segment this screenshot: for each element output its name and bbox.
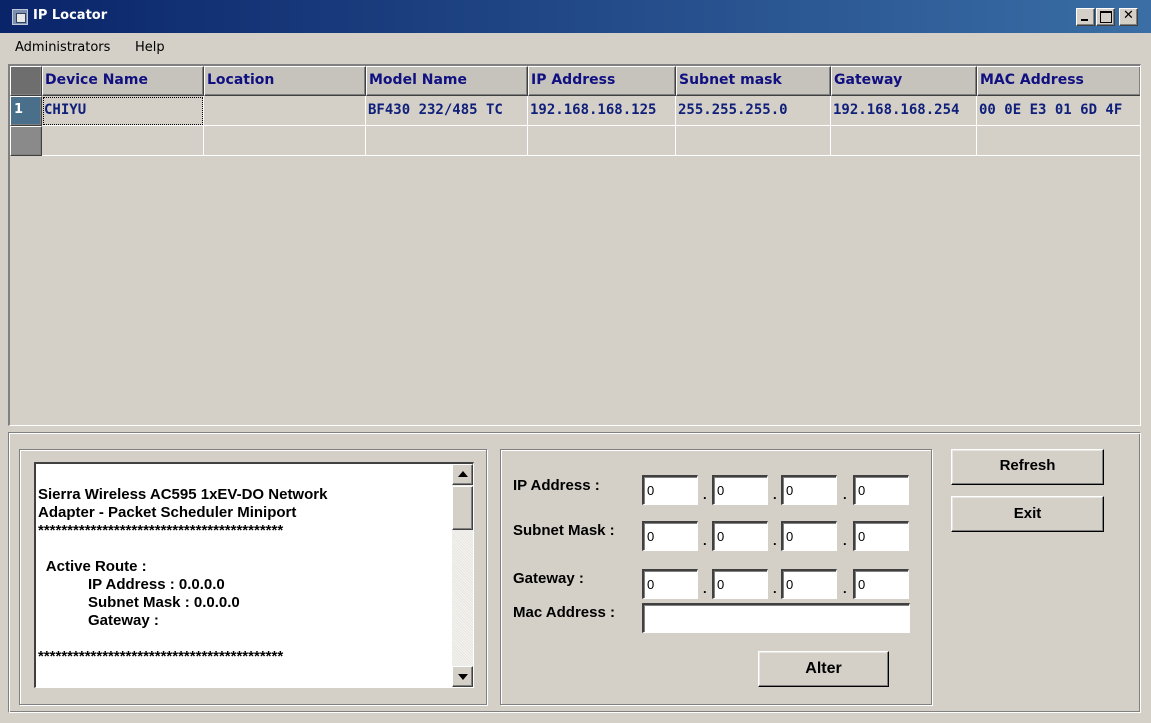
menu-help[interactable]: Help (135, 40, 165, 55)
app-icon (12, 9, 28, 25)
ip-address-label: IP Address : (513, 477, 600, 494)
row-header[interactable]: 1 (10, 96, 42, 126)
mac-address-input[interactable] (642, 603, 910, 633)
cell-gateway[interactable] (831, 126, 977, 156)
octet-separator: . (773, 533, 777, 548)
column-header-ip-address[interactable]: IP Address (528, 66, 676, 96)
column-header-model-name[interactable]: Model Name (366, 66, 528, 96)
close-button[interactable] (1119, 8, 1138, 26)
mask-octet-3-input[interactable]: 0 (781, 521, 837, 551)
adapter-info-text: Sierra Wireless AC595 1xEV-DO Network Ad… (38, 486, 328, 665)
scroll-thumb[interactable] (452, 486, 473, 530)
cell-model-name[interactable]: BF430 232/485 TC (366, 96, 528, 126)
cell-device-name[interactable]: CHIYU (42, 96, 204, 126)
mask-octet-1-input[interactable]: 0 (642, 521, 698, 551)
gateway-octet-2-input[interactable]: 0 (712, 569, 768, 599)
gateway-octet-1-input[interactable]: 0 (642, 569, 698, 599)
octet-separator: . (703, 487, 707, 502)
cell-gateway[interactable]: 192.168.168.254 (831, 96, 977, 126)
scroll-down-button[interactable] (452, 666, 473, 687)
menu-administrators[interactable]: Administrators (15, 40, 110, 55)
cell-mac-address[interactable] (977, 126, 1140, 156)
grid-corner[interactable] (10, 66, 42, 96)
row-header[interactable] (10, 126, 42, 156)
cell-ip-address[interactable] (528, 126, 676, 156)
mac-address-label: Mac Address : (513, 604, 615, 621)
cell-device-name[interactable] (42, 126, 204, 156)
octet-separator: . (843, 533, 847, 548)
menu-bar: Administrators Help (0, 34, 1151, 60)
minimize-button[interactable] (1076, 8, 1095, 26)
column-header-device-name[interactable]: Device Name (42, 66, 204, 96)
column-header-gateway[interactable]: Gateway (831, 66, 977, 96)
gateway-label: Gateway : (513, 570, 584, 587)
ip-octet-2-input[interactable]: 0 (712, 475, 768, 505)
scroll-up-button[interactable] (452, 464, 473, 485)
mask-octet-4-input[interactable]: 0 (853, 521, 909, 551)
cell-location[interactable] (204, 96, 366, 126)
mask-octet-2-input[interactable]: 0 (712, 521, 768, 551)
cell-subnet-mask[interactable]: 255.255.255.0 (676, 96, 831, 126)
alter-button[interactable]: Alter (758, 651, 889, 687)
cell-mac-address[interactable]: 00 0E E3 01 6D 4F (977, 96, 1140, 126)
title-bar[interactable]: IP Locator (0, 0, 1151, 33)
adapter-info-textbox[interactable]: Sierra Wireless AC595 1xEV-DO Network Ad… (34, 462, 474, 688)
table-row[interactable]: 1 CHIYU BF430 232/485 TC 192.168.168.125… (10, 96, 1140, 126)
cell-model-name[interactable] (366, 126, 528, 156)
maximize-button[interactable] (1096, 8, 1115, 26)
cell-ip-address[interactable]: 192.168.168.125 (528, 96, 676, 126)
grid-header: Device Name Location Model Name IP Addre… (10, 66, 1140, 96)
octet-separator: . (703, 581, 707, 596)
octet-separator: . (843, 581, 847, 596)
cell-location[interactable] (204, 126, 366, 156)
gateway-octet-3-input[interactable]: 0 (781, 569, 837, 599)
column-header-mac-address[interactable]: MAC Address (977, 66, 1140, 96)
exit-button[interactable]: Exit (951, 496, 1104, 532)
ip-octet-4-input[interactable]: 0 (853, 475, 909, 505)
subnet-mask-label: Subnet Mask : (513, 522, 615, 539)
cell-subnet-mask[interactable] (676, 126, 831, 156)
ip-octet-3-input[interactable]: 0 (781, 475, 837, 505)
column-header-subnet-mask[interactable]: Subnet mask (676, 66, 831, 96)
ip-octet-1-input[interactable]: 0 (642, 475, 698, 505)
refresh-button[interactable]: Refresh (951, 449, 1104, 485)
window-title: IP Locator (33, 8, 108, 23)
info-scrollbar[interactable] (452, 464, 473, 687)
octet-separator: . (773, 487, 777, 502)
octet-separator: . (703, 533, 707, 548)
gateway-octet-4-input[interactable]: 0 (853, 569, 909, 599)
octet-separator: . (773, 581, 777, 596)
table-row-new[interactable] (10, 126, 1140, 156)
device-grid[interactable]: Device Name Location Model Name IP Addre… (8, 64, 1141, 426)
column-header-location[interactable]: Location (204, 66, 366, 96)
octet-separator: . (843, 487, 847, 502)
